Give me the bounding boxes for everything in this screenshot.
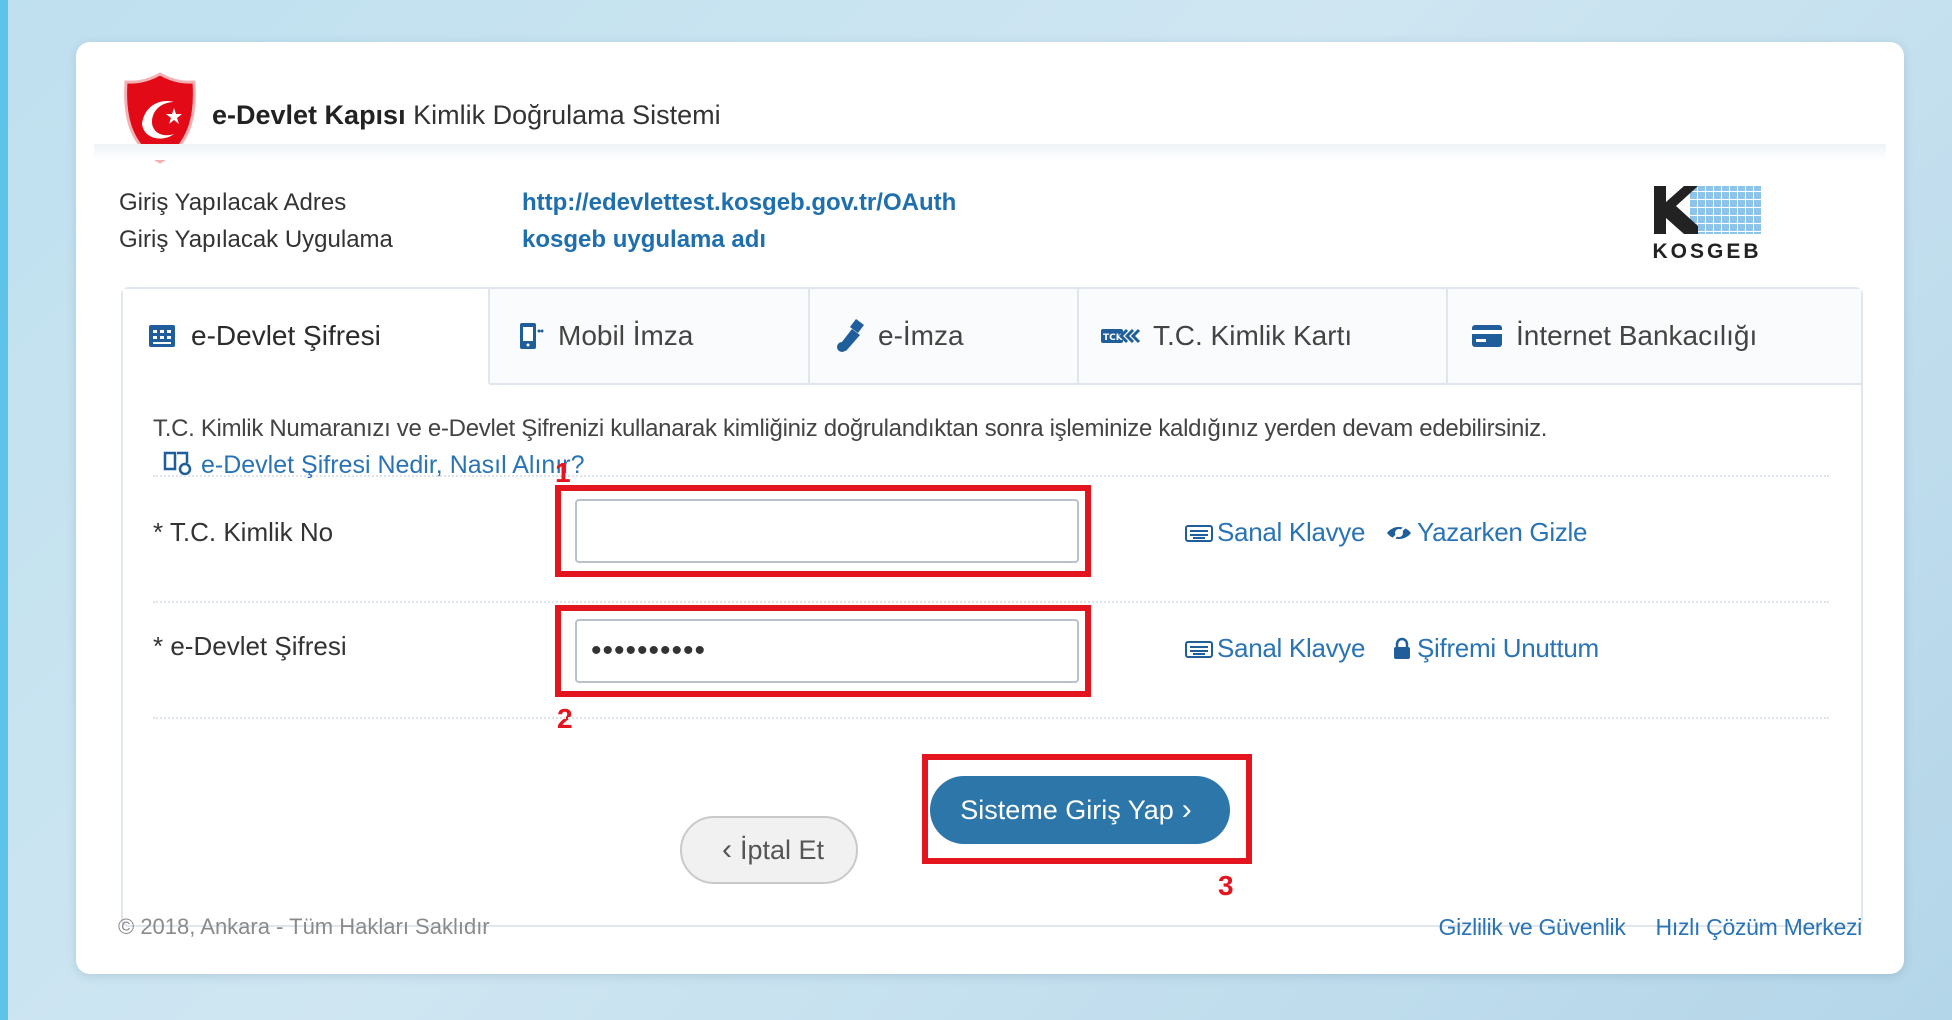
- id-card-icon: TCK: [1101, 319, 1141, 353]
- login-method-tabs: e-Devlet Şifresi Mobil İmza e-İmza TCK T…: [123, 289, 1861, 385]
- hide-while-typing-link[interactable]: Yazarken Gizle: [1385, 517, 1587, 548]
- tab-tc-kimlik-karti[interactable]: TCK T.C. Kimlik Kartı: [1079, 289, 1448, 385]
- kosgeb-logo: KOSGEB: [1650, 184, 1764, 268]
- annotation-2: 2: [557, 703, 573, 734]
- address-row: Giriş Yapılacak Adres http://edevlettest…: [119, 184, 956, 221]
- book-icon: [163, 449, 193, 482]
- app-row: Giriş Yapılacak Uygulama kosgeb uygulama…: [119, 221, 919, 258]
- left-edge-strip: [0, 0, 8, 1020]
- eye-slash-icon: [1385, 523, 1413, 543]
- tab-e-imza[interactable]: e-İmza: [810, 289, 1079, 385]
- keypad-icon: [145, 319, 179, 353]
- annotation-3: 3: [1218, 870, 1234, 901]
- virtual-keyboard-link-2[interactable]: Sanal Klavye: [1185, 633, 1365, 664]
- tab-internet-bankaciligi[interactable]: İnternet Bankacılığı: [1448, 289, 1861, 385]
- forgot-password-link[interactable]: Şifremi Unuttum: [1391, 633, 1599, 664]
- divider: [153, 601, 1829, 603]
- mobile-icon: [512, 319, 546, 353]
- header-divider: [94, 144, 1886, 160]
- keyboard-icon: [1185, 523, 1213, 543]
- tab-label: T.C. Kimlik Kartı: [1153, 320, 1353, 351]
- chevron-right-icon: ›: [1181, 793, 1192, 826]
- address-label: Giriş Yapılacak Adres: [119, 189, 347, 216]
- footer-links: Gizlilik ve Güvenlik Hızlı Çözüm Merkezi: [1439, 914, 1863, 941]
- privacy-link[interactable]: Gizlilik ve Güvenlik: [1439, 914, 1626, 941]
- tab-label: e-İmza: [878, 320, 964, 351]
- tab-mobil-imza[interactable]: Mobil İmza: [490, 289, 810, 385]
- tab-label: İnternet Bankacılığı: [1516, 320, 1758, 351]
- password-label: * e-Devlet Şifresi: [153, 631, 347, 661]
- app-value: kosgeb uygulama adı: [522, 226, 767, 253]
- app-label: Giriş Yapılacak Uygulama: [119, 226, 393, 253]
- bank-card-icon: [1470, 319, 1504, 353]
- password-input[interactable]: ••••••••••: [575, 619, 1079, 683]
- app-info: Giriş Yapılacak Adres http://edevlettest…: [119, 184, 956, 258]
- tc-label: * T.C. Kimlik No: [153, 517, 334, 547]
- cancel-button[interactable]: ‹ İptal Et: [680, 816, 858, 884]
- copyright-text: © 2018, Ankara - Tüm Hakları Saklıdır: [118, 914, 490, 939]
- description-text: T.C. Kimlik Numaranızı ve e-Devlet Şifre…: [153, 415, 1548, 442]
- kosgeb-logo-text: KOSGEB: [1652, 240, 1762, 263]
- address-value: http://edevlettest.kosgeb.gov.tr/OAuth: [522, 189, 957, 216]
- chevron-left-icon: ‹: [721, 833, 732, 866]
- tab-edevlet-sifresi[interactable]: e-Devlet Şifresi: [123, 289, 490, 385]
- usb-token-icon: [832, 319, 866, 353]
- tab-label: Mobil İmza: [558, 320, 694, 351]
- divider: [153, 475, 1829, 477]
- help-link[interactable]: e-Devlet Şifresi Nedir, Nasıl Alınır?: [163, 449, 584, 482]
- virtual-keyboard-link-1[interactable]: Sanal Klavye: [1185, 517, 1365, 548]
- tc-kimlik-input[interactable]: [575, 499, 1079, 563]
- divider: [153, 717, 1829, 719]
- kosgeb-emblem-icon: [1654, 186, 1762, 234]
- support-link[interactable]: Hızlı Çözüm Merkezi: [1656, 914, 1863, 941]
- header: e-Devlet Kapısı Kimlik Doğrulama Sistemi: [76, 42, 1904, 164]
- login-card: e-Devlet Kapısı Kimlik Doğrulama Sistemi…: [76, 42, 1904, 974]
- brand-title: e-Devlet Kapısı Kimlik Doğrulama Sistemi: [212, 100, 721, 130]
- login-button[interactable]: Sisteme Giriş Yap ›: [930, 776, 1230, 844]
- lock-icon: [1391, 637, 1413, 661]
- keyboard-icon: [1185, 639, 1213, 659]
- tab-label: e-Devlet Şifresi: [191, 320, 381, 351]
